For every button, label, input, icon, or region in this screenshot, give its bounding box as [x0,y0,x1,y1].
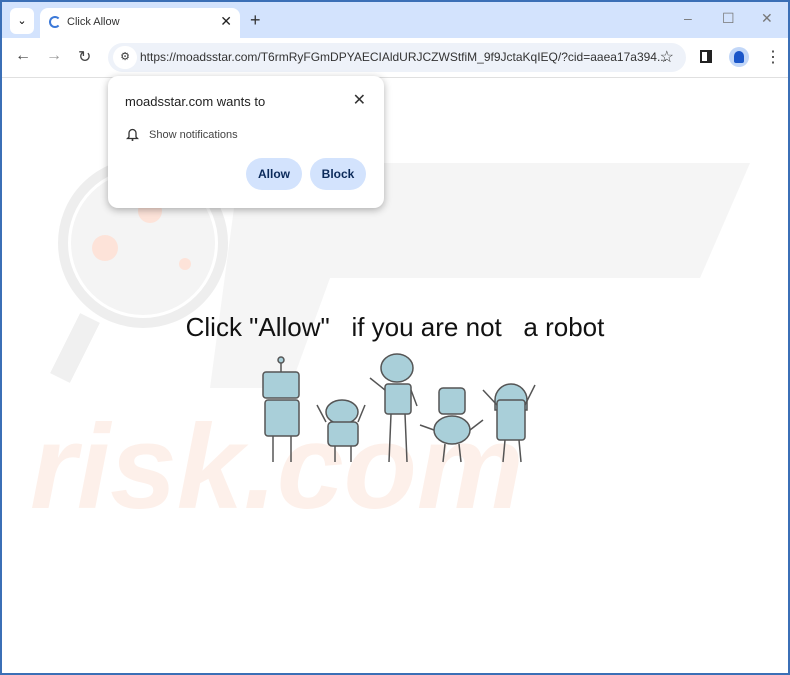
block-button[interactable]: Block [310,158,366,190]
robot-1-icon [262,356,300,462]
loading-favicon-icon [49,16,61,28]
new-tab-button[interactable]: + [250,10,261,31]
robot-2-icon [316,399,366,462]
notification-permission-popup: moadsstar.com wants to ✕ Show notificati… [108,76,384,208]
robot-3-icon [369,353,418,463]
close-window-button[interactable]: ✕ [761,10,773,27]
permission-label: Show notifications [149,129,238,141]
tab-bar: ⌄ Click Allow ✕ + – ☐ ✕ [2,2,788,40]
robot-message: Click "Allow" if you are not a robot [185,312,605,342]
bell-icon [125,127,140,144]
tab-title: Click Allow [67,16,120,28]
maximize-button[interactable]: ☐ [722,10,735,27]
robots-illustration [262,353,536,463]
minimize-button[interactable]: – [684,10,692,26]
tab-click-allow[interactable]: Click Allow ✕ [40,8,240,40]
toolbar: ← → ↻ ⚙ https://moadsstar.com/T6rmRyFGmD… [2,38,788,78]
url-text[interactable]: https://moadsstar.com/T6rmRyFGmDPYAECIAl… [140,50,667,64]
bookmark-star-icon[interactable]: ☆ [660,47,674,67]
site-info-icon[interactable]: ⚙ [113,46,137,69]
profile-avatar[interactable] [729,47,749,67]
allow-button[interactable]: Allow [246,158,302,190]
back-button[interactable]: ← [15,47,31,65]
robot-4-icon [419,387,484,463]
side-panel-icon[interactable] [700,50,712,63]
popup-close-icon[interactable]: ✕ [353,90,366,110]
reload-button[interactable]: ↻ [78,47,91,67]
tab-list-button[interactable]: ⌄ [10,8,34,34]
popup-title: moadsstar.com wants to [125,94,266,109]
address-bar[interactable]: ⚙ https://moadsstar.com/T6rmRyFGmDPYAECI… [108,43,686,72]
robot-5-icon [482,383,536,463]
forward-button[interactable]: → [46,47,62,65]
menu-icon[interactable]: ⋮ [765,47,781,67]
tab-close-icon[interactable]: ✕ [220,13,232,30]
